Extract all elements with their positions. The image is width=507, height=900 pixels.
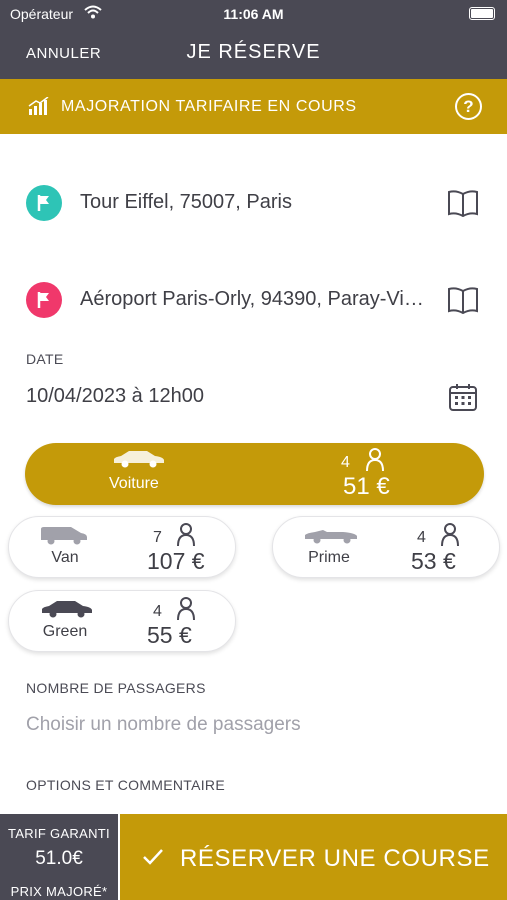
car-icon: [39, 599, 95, 624]
seat-count: 4: [153, 603, 162, 620]
footer: TARIF GARANTI 51.0€ PRIX MAJORÉ* RÉSERVE…: [0, 814, 507, 900]
pickup-address: Tour Eiffel, 75007, Paris: [80, 191, 292, 213]
tariff-label: TARIF GARANTI: [8, 826, 110, 841]
tariff-value: 51.0€: [35, 848, 83, 869]
options-label: OPTIONS ET COMMENTAIRE: [26, 777, 225, 793]
dropoff-flag-icon: [26, 282, 62, 318]
dropoff-address: Aéroport Paris-Orly, 94390, Paray-Vieill…: [80, 288, 424, 310]
vehicle-price: 107 €: [147, 548, 205, 574]
vehicle-name: Voiture: [109, 475, 159, 492]
vehicle-name: Van: [51, 549, 79, 566]
vehicle-name: Green: [42, 623, 88, 640]
surge-note: PRIX MAJORÉ*: [10, 884, 108, 899]
book-ride-button[interactable]: RÉSERVER UNE COURSE: [120, 814, 507, 900]
date-label: DATE: [26, 351, 64, 367]
battery-icon: [469, 7, 495, 20]
nav-bar: ANNULER JE RÉSERVE: [0, 28, 507, 79]
surge-label: MAJORATION TARIFAIRE EN COURS: [61, 98, 357, 115]
check-icon: [142, 848, 164, 871]
vehicle-option-green[interactable]: Green 4 55 €: [8, 590, 236, 652]
convertible-icon: [303, 525, 359, 550]
vehicle-price: 55 €: [147, 622, 192, 648]
passengers-label: NOMBRE DE PASSAGERS: [26, 680, 206, 696]
vehicle-price: 51 €: [343, 473, 390, 500]
tariff-panel: TARIF GARANTI 51.0€ PRIX MAJORÉ*: [0, 814, 118, 900]
clock: 11:06 AM: [223, 6, 284, 22]
address-book-icon[interactable]: [447, 286, 479, 319]
date-field[interactable]: 10/04/2023 à 12h00: [26, 385, 204, 408]
status-bar: Opérateur 11:06 AM: [0, 0, 507, 28]
bar-chart-icon: [28, 96, 50, 120]
vehicle-price: 53 €: [411, 548, 456, 574]
page-title: JE RÉSERVE: [186, 41, 321, 63]
pickup-row[interactable]: Tour Eiffel, 75007, Paris: [0, 178, 507, 228]
seat-count: 7: [153, 529, 162, 546]
surge-banner: MAJORATION TARIFAIRE EN COURS ?: [0, 79, 507, 134]
seat-count: 4: [417, 529, 426, 546]
vehicle-option-van[interactable]: Van 7 107 €: [8, 516, 236, 578]
address-book-icon[interactable]: [447, 189, 479, 222]
van-icon: [39, 525, 89, 550]
passengers-field[interactable]: Choisir un nombre de passagers: [26, 714, 301, 736]
book-ride-label: RÉSERVER UNE COURSE: [180, 845, 490, 872]
pickup-flag-icon: [26, 185, 62, 221]
vehicle-name: Prime: [308, 549, 350, 566]
vehicle-option-prime[interactable]: Prime 4 53 €: [272, 516, 500, 578]
dropoff-row[interactable]: Aéroport Paris-Orly, 94390, Paray-Vieill…: [0, 275, 507, 325]
car-icon: [111, 449, 167, 474]
calendar-icon[interactable]: [448, 382, 478, 417]
vehicle-option-voiture[interactable]: Voiture 4 51 €: [25, 443, 484, 505]
seat-count: 4: [341, 454, 350, 471]
help-icon[interactable]: ?: [455, 93, 482, 120]
